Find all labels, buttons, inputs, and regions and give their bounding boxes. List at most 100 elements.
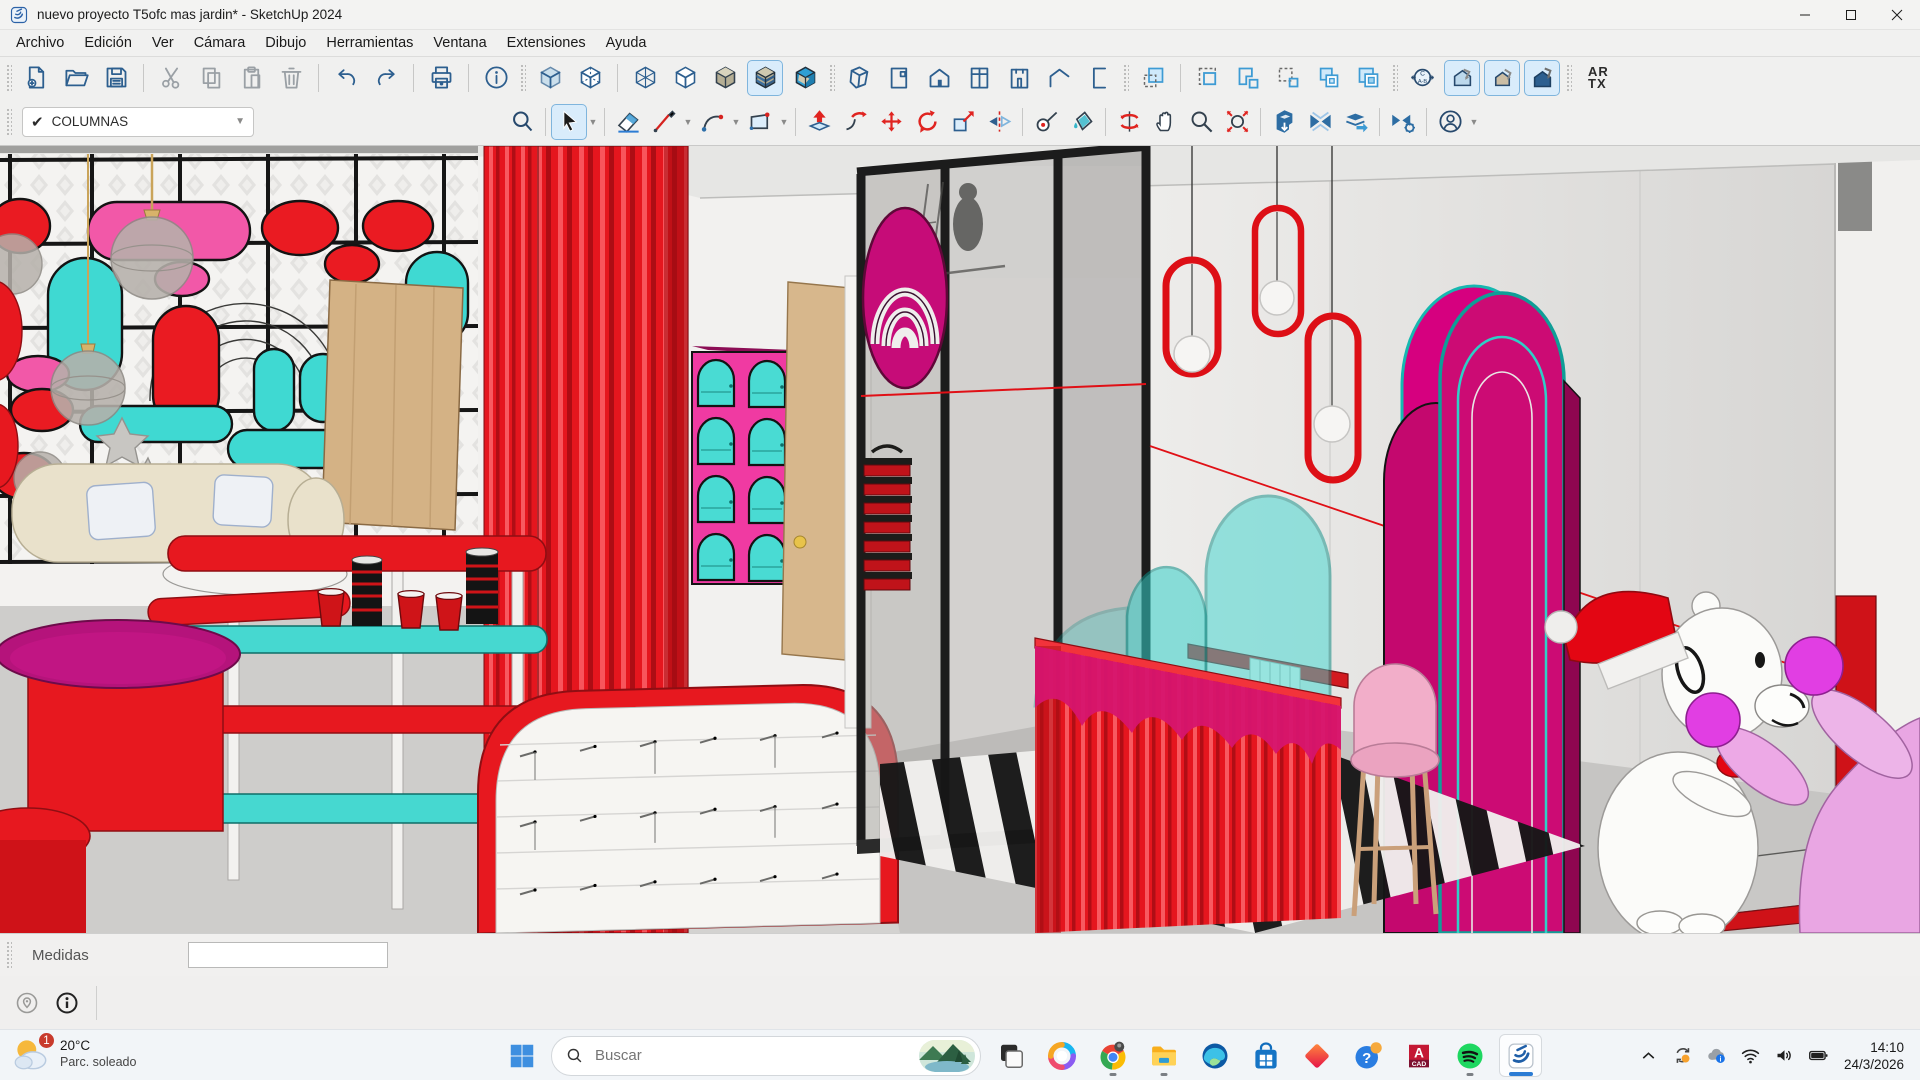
spotify-button[interactable]	[1448, 1034, 1491, 1077]
move-tool-button[interactable]	[873, 104, 909, 140]
toolbar-drag-handle[interactable]	[1392, 64, 1398, 92]
task-view-button[interactable]	[989, 1034, 1032, 1077]
maximize-button[interactable]	[1828, 0, 1874, 30]
chrome-button[interactable]	[1091, 1034, 1134, 1077]
microsoft-store-button[interactable]	[1244, 1034, 1287, 1077]
undo-button[interactable]	[328, 60, 364, 96]
rotate-tool-button[interactable]	[909, 104, 945, 140]
eraser-tool-button[interactable]	[610, 104, 646, 140]
edge-button[interactable]	[1193, 1034, 1236, 1077]
left-view-button[interactable]	[1041, 60, 1077, 96]
search-input[interactable]	[593, 1046, 919, 1065]
redo-button[interactable]	[368, 60, 404, 96]
shaded-style-button[interactable]	[707, 60, 743, 96]
copy-button[interactable]	[193, 60, 229, 96]
menu-camara[interactable]: Cámara	[184, 32, 256, 54]
measurement-input[interactable]	[188, 942, 388, 968]
select-tool-button[interactable]	[551, 104, 587, 140]
select-instances-button[interactable]	[1135, 60, 1171, 96]
push-pull-tool-button[interactable]	[801, 104, 837, 140]
share-model-button[interactable]	[1338, 104, 1374, 140]
paint-bucket-tool-button[interactable]	[1064, 104, 1100, 140]
wifi-tray-button[interactable]	[1736, 1041, 1766, 1071]
extension-warehouse-button[interactable]	[1302, 104, 1338, 140]
toolbar-drag-handle[interactable]	[829, 64, 835, 92]
follow-me-tool-button[interactable]	[837, 104, 873, 140]
zoom-tool-button[interactable]	[1183, 104, 1219, 140]
print-button[interactable]	[423, 60, 459, 96]
zoom-extents-button[interactable]	[1219, 104, 1255, 140]
swap-component-button[interactable]	[1270, 60, 1306, 96]
component-options-button[interactable]	[1350, 60, 1386, 96]
menu-ventana[interactable]: Ventana	[423, 32, 496, 54]
wireframe-style-button[interactable]	[627, 60, 663, 96]
cut-button[interactable]	[153, 60, 189, 96]
hidden-icons-button[interactable]	[1634, 1041, 1664, 1071]
north-compass-button[interactable]: CA-B	[1404, 60, 1440, 96]
save-button[interactable]	[98, 60, 134, 96]
replace-selected-button[interactable]	[1310, 60, 1346, 96]
menu-edicion[interactable]: Edición	[74, 32, 142, 54]
back-view-button[interactable]	[1001, 60, 1037, 96]
menu-ver[interactable]: Ver	[142, 32, 184, 54]
model-info-button[interactable]	[478, 60, 514, 96]
toolbar-drag-handle[interactable]	[1566, 64, 1572, 92]
toolbar-drag-handle[interactable]	[520, 64, 526, 92]
make-unique-button[interactable]	[1230, 60, 1266, 96]
xray-style-button[interactable]	[532, 60, 568, 96]
copilot-button[interactable]	[1040, 1034, 1083, 1077]
weather-widget[interactable]: 1 20°C Parc. soleado	[10, 1033, 136, 1075]
rectangle-tool-dropdown[interactable]: ▼	[778, 104, 790, 140]
select-similar-button[interactable]	[1190, 60, 1226, 96]
open-button[interactable]	[58, 60, 94, 96]
claim-status-button[interactable]	[54, 990, 80, 1016]
menu-ayuda[interactable]: Ayuda	[596, 32, 657, 54]
file-explorer-button[interactable]	[1142, 1034, 1185, 1077]
extension-manager-button[interactable]	[1385, 104, 1421, 140]
ar-tx-extension-button[interactable]: AR TX	[1588, 66, 1609, 90]
line-tool-button[interactable]	[646, 104, 682, 140]
delete-button[interactable]	[273, 60, 309, 96]
menu-archivo[interactable]: Archivo	[6, 32, 74, 54]
taskbar-clock[interactable]: 14:10 24/3/2026	[1844, 1039, 1904, 1073]
sketchup-taskbar-button[interactable]	[1499, 1034, 1542, 1077]
look-around-button[interactable]	[1484, 60, 1520, 96]
minimize-button[interactable]	[1782, 0, 1828, 30]
top-view-button[interactable]	[881, 60, 917, 96]
search-highlight-image[interactable]	[919, 1040, 975, 1072]
arc-tool-dropdown[interactable]: ▼	[730, 104, 742, 140]
menu-dibujo[interactable]: Dibujo	[255, 32, 316, 54]
position-camera-button[interactable]	[1444, 60, 1480, 96]
autocad-button[interactable]: A CAD	[1397, 1034, 1440, 1077]
close-button[interactable]	[1874, 0, 1920, 30]
menu-herramientas[interactable]: Herramientas	[316, 32, 423, 54]
statusbar-drag-handle[interactable]	[6, 941, 12, 969]
toolbar-drag-handle[interactable]	[6, 64, 12, 92]
tag-filter-dropdown[interactable]: ✔ COLUMNAS ▼	[22, 107, 254, 137]
start-button[interactable]	[500, 1034, 543, 1077]
hidden-line-style-button[interactable]	[667, 60, 703, 96]
pan-tool-button[interactable]	[1147, 104, 1183, 140]
3d-viewport[interactable]	[0, 146, 1920, 933]
geolocation-button[interactable]	[14, 990, 40, 1016]
help-app-button[interactable]: ?	[1346, 1034, 1389, 1077]
monochrome-style-button[interactable]	[787, 60, 823, 96]
paste-button[interactable]	[233, 60, 269, 96]
rectangle-tool-button[interactable]	[742, 104, 778, 140]
shaded-with-textures-style-button[interactable]	[747, 60, 783, 96]
menu-extensiones[interactable]: Extensiones	[497, 32, 596, 54]
3d-warehouse-button[interactable]	[1266, 104, 1302, 140]
right-view-button[interactable]	[961, 60, 997, 96]
sync-tray-button[interactable]	[1668, 1041, 1698, 1071]
iso-view-button[interactable]	[841, 60, 877, 96]
orbit-tool-button[interactable]	[1111, 104, 1147, 140]
battery-tray-button[interactable]	[1804, 1041, 1834, 1071]
front-view-button[interactable]	[921, 60, 957, 96]
diamond-app-button[interactable]	[1295, 1034, 1338, 1077]
taskbar-search[interactable]	[551, 1036, 981, 1076]
new-document-button[interactable]	[18, 60, 54, 96]
volume-tray-button[interactable]	[1770, 1041, 1800, 1071]
walk-button[interactable]	[1524, 60, 1560, 96]
scale-tool-button[interactable]	[945, 104, 981, 140]
search-sketchup-button[interactable]	[504, 104, 540, 140]
